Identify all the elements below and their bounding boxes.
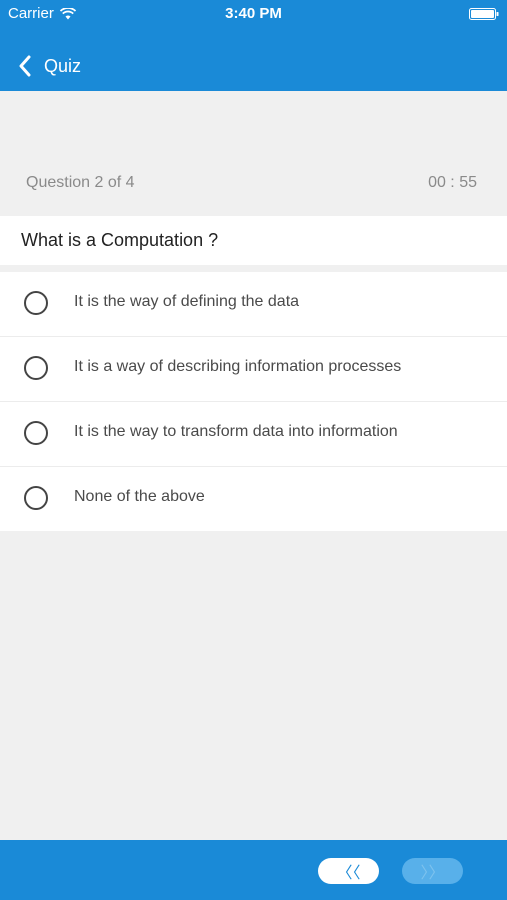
answer-option[interactable]: None of the above [0,467,507,531]
answer-option[interactable]: It is a way of describing information pr… [0,337,507,402]
question-meta: Question 2 of 4 00 : 55 [0,166,507,202]
answer-option-label: It is the way to transform data into inf… [74,423,398,440]
answer-option-label: It is the way of defining the data [74,293,300,310]
answer-option-label: None of the above [74,488,205,505]
nav-bar: Quiz [0,44,507,88]
battery-icon [469,8,499,20]
double-chevron-left-icon: 〈〈 [336,865,361,882]
page-title: Quiz [44,55,82,76]
question-text: What is a Computation ? [21,230,219,250]
app-header: Carrier 3:40 PM Quiz [0,0,507,91]
question-progress: Question 2 of 4 [26,174,135,191]
chevron-left-icon [19,55,31,77]
answer-option[interactable]: It is the way of defining the data [0,272,507,337]
question-card: What is a Computation ? [0,216,507,265]
radio-unchecked-icon[interactable] [24,421,48,445]
radio-unchecked-icon[interactable] [24,486,48,510]
next-question-button[interactable]: 〉〉 [402,858,463,884]
status-bar: Carrier 3:40 PM [0,0,507,28]
answer-option-label: It is a way of describing information pr… [74,358,402,375]
double-chevron-right-icon: 〉〉 [420,865,445,882]
radio-unchecked-icon[interactable] [24,291,48,315]
status-time: 3:40 PM [225,5,282,22]
previous-question-button[interactable]: 〈〈 [318,858,379,884]
countdown-timer: 00 : 55 [428,174,477,191]
answer-options: It is the way of defining the data It is… [0,272,507,531]
answer-option[interactable]: It is the way to transform data into inf… [0,402,507,467]
back-button[interactable]: Quiz [18,55,81,77]
radio-unchecked-icon[interactable] [24,356,48,380]
footer-bar: 〈〈 〉〉 [0,840,507,900]
